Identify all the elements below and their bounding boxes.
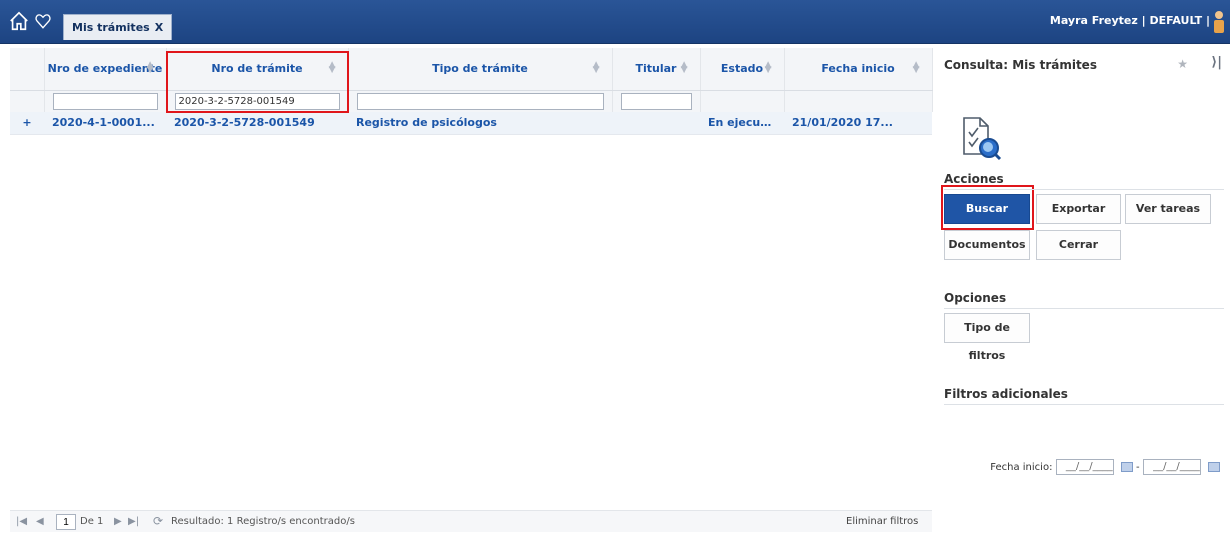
col-label: Tipo de trámite (432, 62, 528, 76)
filter-expediente-input[interactable] (52, 92, 158, 110)
cell-tramite[interactable]: 2020-3-2-5728-001549 (166, 112, 348, 135)
col-label: Estado (720, 62, 764, 76)
cell-titular[interactable] (612, 112, 700, 135)
sort-icon[interactable]: ▲ ▼ (147, 61, 154, 75)
filter-cell (10, 90, 45, 112)
sort-icon[interactable]: ▲ ▼ (913, 61, 920, 75)
filter-titular-input[interactable] (620, 92, 692, 110)
page-of-label: De 1 (80, 516, 104, 527)
tab-mis-tramites[interactable]: Mis trámites X (63, 14, 173, 40)
expand-row-button[interactable]: + (10, 112, 44, 135)
sort-icon[interactable]: ▲ ▼ (765, 61, 772, 75)
clear-filters-link[interactable]: Eliminar filtros (846, 516, 918, 527)
filter-tramite-input[interactable] (174, 92, 340, 110)
tipo-filtros-button[interactable]: Tipo de filtros (944, 313, 1030, 362)
filter-cell (612, 90, 701, 112)
tab-close-button[interactable]: X (155, 21, 163, 34)
date-to-input[interactable]: __/__/____ (1142, 459, 1201, 475)
user-info: Mayra Freytez | DEFAULT | (1049, 14, 1210, 27)
ver-tareas-button[interactable]: Ver tareas (1125, 194, 1211, 224)
date-separator: - (1136, 462, 1140, 473)
sort-icon[interactable]: ▲ ▼ (329, 61, 336, 75)
filter-row (10, 90, 933, 112)
cell-fecha[interactable]: 21/01/2020 17... (784, 112, 932, 135)
top-bar: Mis trámites X Mayra Freytez | DEFAULT | (0, 0, 1230, 44)
col-label: Nro de trámite (211, 62, 303, 76)
tab-label: Mis trámites (72, 21, 150, 34)
page-number-input[interactable] (56, 514, 76, 530)
collapse-right-icon[interactable]: ⟩| (1211, 55, 1222, 70)
refresh-icon[interactable]: ⟳ (153, 514, 163, 528)
col-fecha-inicio[interactable]: Fecha inicio ▲ ▼ (784, 48, 933, 91)
sort-icon[interactable]: ▲ ▼ (681, 61, 688, 75)
date-from-input[interactable]: __/__/____ (1055, 459, 1114, 475)
prev-page-button[interactable]: ◀ (36, 516, 44, 527)
col-label: Fecha inicio (821, 62, 895, 76)
cerrar-button[interactable]: Cerrar (1036, 230, 1121, 260)
date-label: Fecha inicio: (990, 462, 1053, 473)
result-label: Resultado: 1 Registro/s encontrado/s (171, 516, 355, 527)
right-panel: Consulta: Mis trámites ★ ⟩| Acciones Bus… (944, 48, 1226, 528)
col-label: Titular (635, 62, 677, 76)
filter-cell (348, 90, 613, 112)
options-title: Opciones (944, 291, 1224, 309)
filter-cell (166, 90, 349, 112)
col-expand (10, 48, 45, 91)
sort-icon[interactable]: ▲ ▼ (593, 61, 600, 75)
cell-estado[interactable]: En ejecuci... (700, 112, 784, 135)
cell-tipo[interactable]: Registro de psicólogos (348, 112, 612, 135)
home-icon[interactable] (8, 10, 30, 32)
exportar-button[interactable]: Exportar (1036, 194, 1121, 224)
results-table: Nro de expediente ▲ ▼ Nro de trámite ▲ ▼ Tip… (10, 48, 933, 135)
col-estado[interactable]: Estado ▲ ▼ (700, 48, 785, 91)
filter-cell (784, 90, 933, 112)
col-nro-expediente[interactable]: Nro de expediente ▲ ▼ (44, 48, 167, 91)
extra-filters-title: Filtros adicionales (944, 387, 1224, 405)
table-row[interactable]: + 2020-4-1-0001... 2020-3-2-5728-001549 … (10, 112, 932, 135)
user-icon[interactable] (1212, 9, 1226, 35)
date-filter-row: Fecha inicio: __/__/____ - __/__/____ (944, 459, 1224, 475)
heart-icon[interactable] (34, 12, 52, 30)
col-label: Nro de expediente (47, 62, 163, 76)
col-tipo-tramite[interactable]: Tipo de trámite ▲ ▼ (348, 48, 613, 91)
pager: |◀ ◀ De 1 ▶ ▶| ⟳ Resultado: 1 Registro/s… (10, 510, 932, 532)
first-page-button[interactable]: |◀ (16, 516, 27, 527)
col-titular[interactable]: Titular ▲ ▼ (612, 48, 701, 91)
document-search-icon (963, 117, 1002, 161)
actions-title: Acciones (944, 172, 1224, 190)
filter-cell (700, 90, 785, 112)
documentos-button[interactable]: Documentos (944, 230, 1030, 260)
last-page-button[interactable]: ▶| (128, 516, 139, 527)
results-grid: Nro de expediente ▲ ▼ Nro de trámite ▲ ▼ Tip… (10, 48, 933, 135)
filter-cell (44, 90, 167, 112)
filter-tipo-input[interactable] (356, 92, 604, 110)
calendar-icon[interactable] (1120, 462, 1133, 472)
buscar-button[interactable]: Buscar (944, 194, 1030, 224)
col-nro-tramite[interactable]: Nro de trámite ▲ ▼ (166, 48, 349, 91)
calendar-icon[interactable] (1208, 462, 1220, 472)
next-page-button[interactable]: ▶ (114, 516, 122, 527)
star-icon[interactable]: ★ (1177, 57, 1188, 71)
cell-expediente[interactable]: 2020-4-1-0001... (44, 112, 166, 135)
